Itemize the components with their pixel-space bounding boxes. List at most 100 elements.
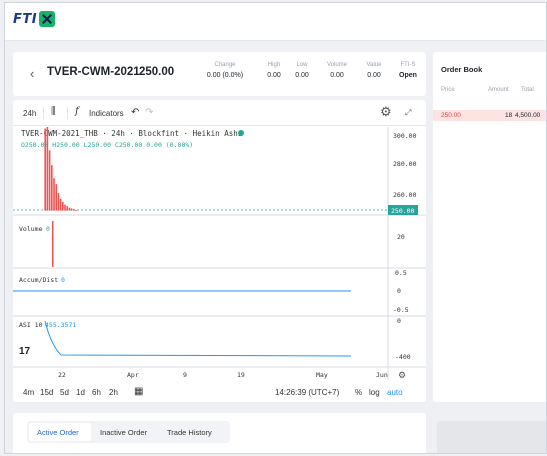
candle-bar [57, 193, 60, 211]
candle-bar [44, 128, 46, 211]
logo[interactable]: FTI [13, 11, 56, 27]
last-price: 250.00 [139, 66, 175, 78]
range-button-5d[interactable]: 5d [60, 388, 69, 397]
range-button-1d[interactable]: 1d [76, 388, 85, 397]
stat-volume: Volume 0.00 [324, 62, 350, 79]
time-tick: Jun [376, 371, 388, 379]
candle-bar [51, 165, 53, 211]
candle-bar [55, 184, 57, 211]
range-button-2h[interactable]: 2h [109, 388, 118, 397]
time-tick: 19 [237, 371, 245, 379]
stat-change: Change 0.00 (0.0%) [205, 62, 245, 79]
asi-line [44, 320, 352, 357]
price-tick: 260.00 [393, 191, 417, 199]
range-button-4m[interactable]: 4m [23, 388, 34, 397]
stat-label: FTI-S [400, 62, 416, 68]
candle-bar [75, 209, 77, 211]
asi-label: ASI 10 [19, 321, 43, 329]
top-bar: FTI [5, 3, 546, 41]
percent-toggle[interactable]: % [355, 388, 362, 397]
price-chart[interactable]: TVER-CWM-2021_THB · 24h · Blockfint · He… [13, 127, 426, 380]
order-book-price: 250.00 [441, 112, 461, 119]
tab-trade-history[interactable]: Trade History [167, 428, 212, 437]
chart-clock: 14:26:39 (UTC+7) [275, 388, 340, 397]
asi-tick: -400 [395, 353, 411, 361]
stat-label: Change [214, 62, 236, 68]
candle-bar [66, 206, 68, 211]
price-tick: 300.00 [393, 132, 417, 140]
chart-toolbar: 24h ⫼ f Indicators ↶ ↷ ⚙ ⤢ [13, 100, 426, 126]
live-indicator [238, 130, 244, 136]
side-panel-placeholder [437, 421, 546, 453]
orders-panel: Active Order Inactive Order Trade Histor… [13, 413, 426, 453]
stat-value: 0.00 (0.0%) [206, 72, 244, 79]
order-book-header-amount: Amount [488, 87, 509, 93]
candle-bar [46, 127, 49, 211]
candle-bar [59, 198, 62, 211]
order-tabs: Active Order Inactive Order Trade Histor… [27, 421, 230, 443]
time-axis-settings-icon[interactable]: ⚙ [398, 370, 406, 380]
candle-spikes [44, 127, 77, 211]
undo-icon[interactable]: ↶ [131, 107, 139, 118]
interval-button[interactable]: 24h [23, 109, 36, 118]
stat-label: High [267, 62, 281, 68]
gear-icon[interactable]: ⚙ [380, 104, 392, 120]
stat-low: Low 0.00 [291, 62, 313, 79]
time-tick: Apr [127, 371, 139, 379]
order-book-header-total: Total [521, 87, 534, 93]
candle-bar [68, 207, 71, 211]
auto-scale-toggle[interactable]: auto [387, 388, 403, 397]
accum-dist-tick: 0.5 [395, 269, 407, 277]
time-tick: 9 [183, 371, 187, 379]
accum-dist-tick: 0 [397, 287, 401, 295]
indicators-icon[interactable]: f [75, 106, 79, 117]
stat-value: 0.00 [367, 72, 381, 79]
chart-title: TVER-CWM-2021_THB · 24h · Blockfint · He… [21, 129, 242, 138]
candle-bar [70, 208, 73, 211]
symbol-name: TVER-CWM-2021 [47, 66, 140, 78]
chevron-left-icon[interactable]: ‹ [30, 66, 34, 81]
logo-text: FTI [13, 11, 38, 27]
indicators-button[interactable]: Indicators [89, 109, 124, 118]
candle-bar [48, 150, 51, 211]
tab-inactive-order[interactable]: Inactive Order [100, 428, 147, 437]
stat-value: 0.00 [330, 72, 344, 79]
volume-bar [52, 221, 54, 267]
order-book-total: 4,500.00 [515, 112, 541, 119]
stat-label: Value [366, 62, 382, 68]
divider [43, 107, 44, 119]
app-frame: FTI ‹ TVER-CWM-2021 250.00 Change 0.00 (… [4, 2, 547, 454]
stat-value: 0.00 [267, 72, 281, 79]
divider [67, 107, 68, 119]
log-toggle[interactable]: log [369, 388, 380, 397]
logo-mark-icon [39, 11, 56, 27]
volume-label: Volume [19, 225, 43, 233]
expand-icon[interactable]: ⤢ [405, 108, 411, 118]
stat-value: 0.00 [295, 72, 309, 79]
price-tick: 280.00 [393, 160, 417, 168]
stat-high: High 0.00 [263, 62, 285, 79]
stat-market-status: FTI-S Open [395, 62, 421, 79]
order-book-header-price: Price [441, 87, 455, 93]
stat-label: Low [296, 62, 308, 68]
range-button-6h[interactable]: 6h [92, 388, 101, 397]
calendar-icon[interactable]: ▦ [134, 386, 143, 397]
volume-tick: 20 [397, 233, 405, 241]
last-price-tag-label: 250.00 [391, 207, 415, 215]
order-book-title: Order Book [441, 65, 483, 74]
redo-icon[interactable]: ↷ [145, 107, 153, 118]
range-button-15d[interactable]: 15d [40, 388, 53, 397]
time-tick: 22 [58, 371, 66, 379]
tab-active-order[interactable]: Active Order [37, 428, 79, 437]
order-book: Order Book Price Amount Total 250.00 18 … [433, 52, 546, 402]
accum-dist-label: Accum/Dist [19, 276, 58, 284]
order-book-amount: 18 [505, 112, 513, 119]
tradingview-logo: 17 [19, 346, 31, 357]
time-tick: May [316, 371, 328, 379]
chart-bottom-bar: 4m 15d 5d 1d 6h 2h ▦ 14:26:39 (UTC+7) % … [13, 380, 426, 402]
candle-bar [53, 178, 55, 211]
candle-type-icon[interactable]: ⫼ [51, 106, 56, 117]
accum-dist-tick: -0.5 [393, 306, 409, 314]
asi-tick: 0 [397, 317, 401, 325]
candle-bar [64, 204, 66, 211]
